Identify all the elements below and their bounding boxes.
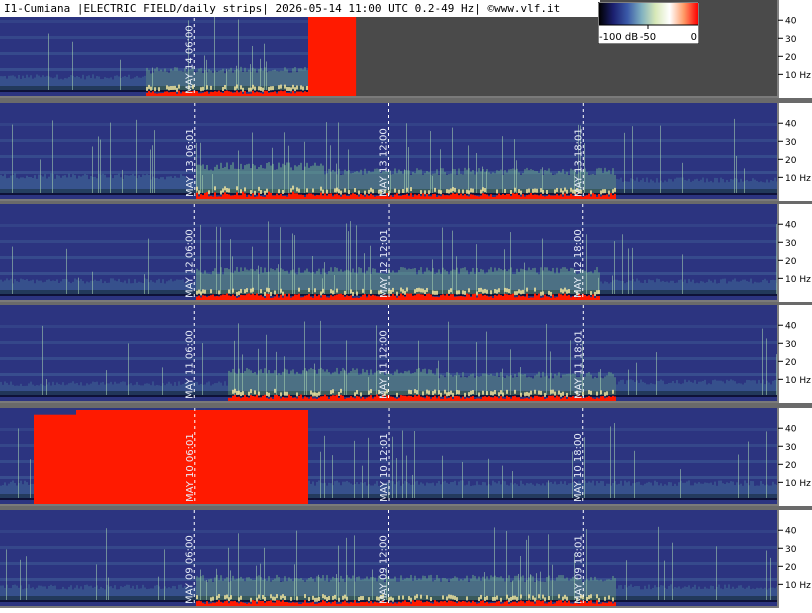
frequency-tick-label: 30: [785, 35, 797, 45]
colorbar-svg: -100 dB -50 0: [597, 1, 700, 45]
frequency-tick-label: 20: [785, 461, 797, 471]
time-marker-label: MAY 12 18:00: [573, 229, 584, 298]
frequency-tick-label: 30: [785, 443, 797, 453]
time-marker-label: MAY 10 12:01: [379, 433, 390, 502]
strip-may-10: MAY 10 06:01 MAY 10 12:01 MAY 10 18:00 10 H…: [0, 408, 812, 506]
time-marker-label: MAY 11 06:00: [184, 330, 195, 399]
frequency-tick-label: 40: [785, 527, 797, 537]
frequency-tick-label: 40: [785, 17, 797, 27]
frequency-tick-label: 10 Hz: [785, 376, 811, 386]
time-marker-label: MAY 12 06:00: [184, 229, 195, 298]
frequency-tick-label: 20: [785, 358, 797, 368]
time-marker-label: MAY 11 18:01: [573, 330, 584, 399]
time-marker-label: MAY 12 12:01: [379, 229, 390, 298]
frequency-tick-label: 20: [785, 257, 797, 267]
strip-separator: [0, 506, 812, 510]
frequency-tick-label: 40: [785, 221, 797, 231]
strip-may-12: MAY 12 06:00 MAY 12 12:01 MAY 12 18:00 10 H…: [0, 204, 812, 302]
time-marker-label: MAY 09 18:01: [573, 535, 584, 604]
strip-separator: [0, 98, 812, 103]
frequency-tick-label: 10 Hz: [785, 71, 811, 81]
frequency-tick-label: 10 Hz: [785, 174, 811, 184]
time-marker-label: MAY 13 06:01: [185, 128, 196, 197]
colorbar-label-mid: -50: [640, 32, 656, 43]
strip-separator: [0, 403, 812, 408]
strip-may-13: MAY 13 06:01 MAY 13 12:00 MAY 13 18:01 10 H…: [0, 103, 812, 201]
frequency-tick-label: 30: [785, 239, 797, 249]
time-marker-label: MAY 10 06:01: [185, 433, 196, 502]
time-marker-label: MAY 14 06:00: [184, 25, 195, 94]
frequency-tick-label: 40: [785, 120, 797, 130]
time-marker-label: MAY 10 18:00: [573, 433, 584, 502]
spectrogram-figure: MAY 14 06:00 10 Hz 20 30 40 MAY 13 06:01 MAY 1…: [0, 0, 812, 613]
frequency-tick-label: 20: [785, 53, 797, 63]
frequency-tick-label: 10 Hz: [785, 581, 811, 591]
time-marker-label: MAY 13 12:00: [379, 128, 390, 197]
time-marker-label: MAY 13 18:01: [573, 128, 584, 197]
colorbar-label-max: 0: [691, 32, 697, 43]
frequency-tick-label: 30: [785, 545, 797, 555]
frequency-tick-label: 10 Hz: [785, 275, 811, 285]
frequency-tick-label: 20: [785, 156, 797, 166]
time-marker-label: MAY 09 06:00: [184, 535, 195, 604]
frequency-tick-label: 30: [785, 138, 797, 148]
colorbar-gradient: [599, 3, 698, 25]
frequency-tick-label: 40: [785, 425, 797, 435]
strip-separator: [0, 201, 812, 204]
strip-may-09: MAY 09 06:00 MAY 09 12:00 MAY 09 18:01 10 H…: [0, 510, 812, 608]
time-marker-label: MAY 09 12:00: [379, 535, 390, 604]
time-marker-label: MAY 11 12:00: [379, 330, 390, 399]
strip-may-11: MAY 11 06:00 MAY 11 12:00 MAY 11 18:01 10 H…: [0, 305, 812, 403]
frequency-tick-label: 20: [785, 563, 797, 573]
frequency-tick-label: 30: [785, 340, 797, 350]
colorbar-label-min: -100 dB: [599, 32, 638, 43]
colorbar: -100 dB -50 0: [597, 1, 700, 45]
frequency-tick-label: 10 Hz: [785, 479, 811, 489]
frequency-tick-label: 40: [785, 322, 797, 332]
chart-title: I1-Cumiana |ELECTRIC FIELD/daily strips|…: [0, 0, 600, 17]
strip-separator: [0, 302, 812, 305]
